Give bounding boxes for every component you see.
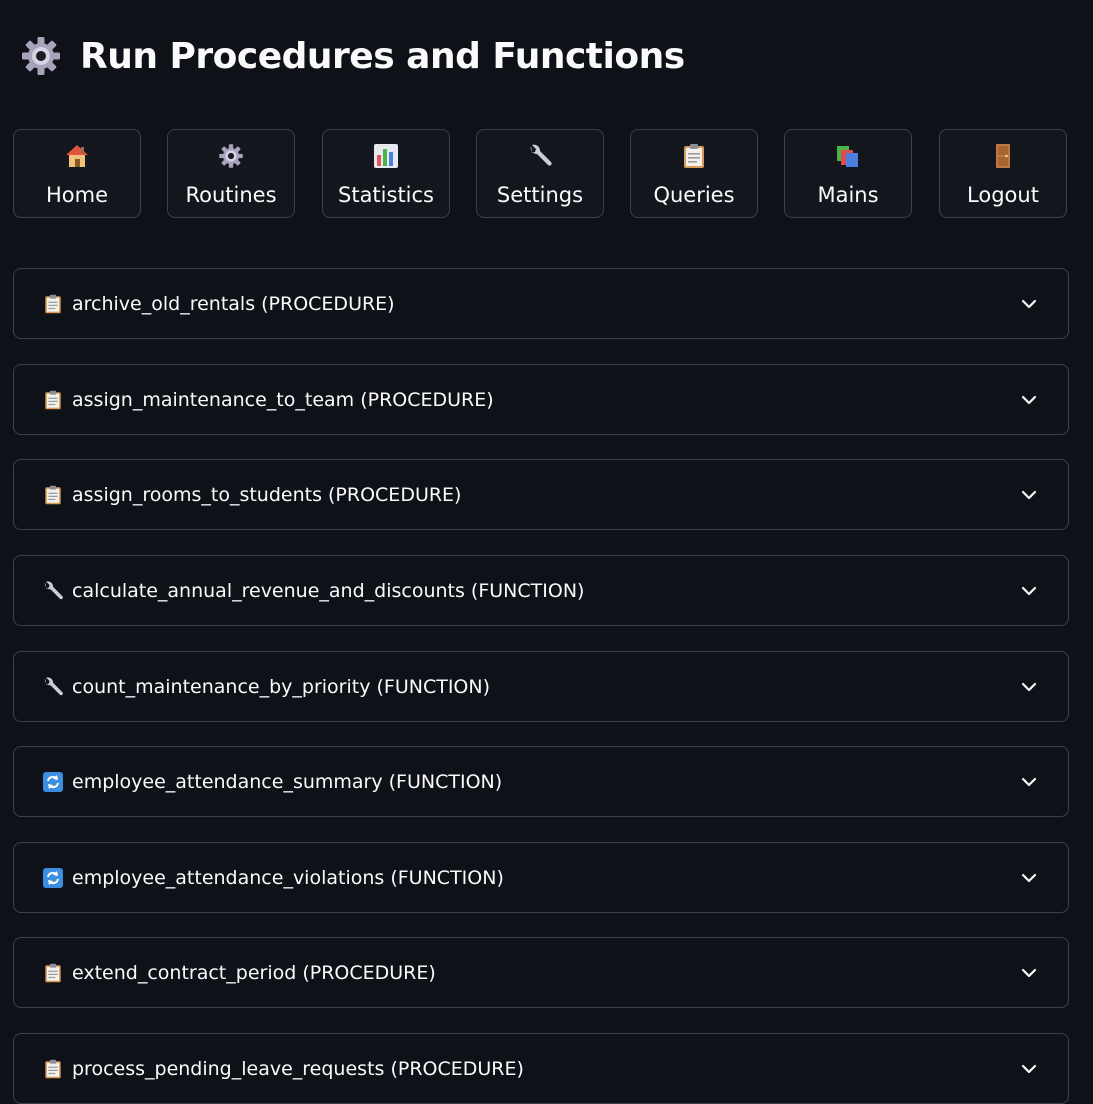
clipboard-icon: [42, 293, 64, 315]
expander-label: assign_rooms_to_students (PROCEDURE): [72, 483, 462, 506]
wrench-icon: [527, 143, 553, 169]
nav-home-button[interactable]: Home: [13, 129, 141, 218]
clipboard-icon: [42, 1058, 64, 1080]
nav-label: Settings: [496, 183, 584, 207]
expander-label: count_maintenance_by_priority (FUNCTION): [72, 675, 490, 698]
expander-calculate-annual-revenue[interactable]: calculate_annual_revenue_and_discounts (…: [13, 555, 1069, 626]
chevron-down-icon[interactable]: [1020, 486, 1038, 504]
nav-queries-button[interactable]: Queries: [630, 129, 758, 218]
expander-count-maintenance-by-priority[interactable]: count_maintenance_by_priority (FUNCTION): [13, 651, 1069, 722]
expander-label: process_pending_leave_requests (PROCEDUR…: [72, 1057, 524, 1080]
nav-label: Queries: [653, 183, 735, 207]
bar-chart-icon: [373, 143, 399, 169]
nav-logout-button[interactable]: Logout: [939, 129, 1067, 218]
chevron-down-icon[interactable]: [1020, 1060, 1038, 1078]
chevron-down-icon[interactable]: [1020, 678, 1038, 696]
expander-employee-attendance-summary[interactable]: employee_attendance_summary (FUNCTION): [13, 746, 1069, 817]
nav-bar: Home Routines Statistics Settings Querie…: [13, 129, 1069, 220]
door-icon: [990, 143, 1016, 169]
refresh-icon: [42, 771, 64, 793]
nav-label: Routines: [185, 183, 277, 207]
nav-label: Home: [45, 183, 108, 207]
clipboard-icon: [42, 962, 64, 984]
chevron-down-icon[interactable]: [1020, 964, 1038, 982]
house-icon: [64, 143, 90, 169]
nav-routines-button[interactable]: Routines: [167, 129, 295, 218]
chevron-down-icon[interactable]: [1020, 582, 1038, 600]
nav-mains-button[interactable]: Mains: [784, 129, 912, 218]
expander-label: employee_attendance_summary (FUNCTION): [72, 770, 503, 793]
expander-assign-maintenance-to-team[interactable]: assign_maintenance_to_team (PROCEDURE): [13, 364, 1069, 435]
nav-label: Mains: [817, 183, 879, 207]
expander-label: extend_contract_period (PROCEDURE): [72, 961, 436, 984]
nav-settings-button[interactable]: Settings: [476, 129, 604, 218]
expander-assign-rooms-to-students[interactable]: assign_rooms_to_students (PROCEDURE): [13, 459, 1069, 530]
chevron-down-icon[interactable]: [1020, 295, 1038, 313]
nav-statistics-button[interactable]: Statistics: [322, 129, 450, 218]
expander-process-pending-leave-requests[interactable]: process_pending_leave_requests (PROCEDUR…: [13, 1033, 1069, 1104]
expander-employee-attendance-violations[interactable]: employee_attendance_violations (FUNCTION…: [13, 842, 1069, 913]
gear-icon: [20, 35, 62, 77]
clipboard-icon: [681, 143, 707, 169]
app-page: Run Procedures and Functions Home Routin…: [0, 0, 1093, 1104]
gear-icon: [218, 143, 244, 169]
expander-label: archive_old_rentals (PROCEDURE): [72, 292, 395, 315]
wrench-icon: [42, 580, 64, 602]
expander-archive-old-rentals[interactable]: archive_old_rentals (PROCEDURE): [13, 268, 1069, 339]
expander-label: employee_attendance_violations (FUNCTION…: [72, 866, 504, 889]
expander-extend-contract-period[interactable]: extend_contract_period (PROCEDURE): [13, 937, 1069, 1008]
page-title: Run Procedures and Functions: [80, 35, 685, 77]
chevron-down-icon[interactable]: [1020, 391, 1038, 409]
expander-label: calculate_annual_revenue_and_discounts (…: [72, 579, 585, 602]
books-icon: [835, 143, 861, 169]
expander-label: assign_maintenance_to_team (PROCEDURE): [72, 388, 494, 411]
chevron-down-icon[interactable]: [1020, 773, 1038, 791]
chevron-down-icon[interactable]: [1020, 869, 1038, 887]
clipboard-icon: [42, 484, 64, 506]
wrench-icon: [42, 676, 64, 698]
nav-label: Logout: [967, 183, 1039, 207]
page-header: Run Procedures and Functions: [20, 30, 685, 82]
refresh-icon: [42, 867, 64, 889]
clipboard-icon: [42, 389, 64, 411]
nav-label: Statistics: [338, 183, 434, 207]
